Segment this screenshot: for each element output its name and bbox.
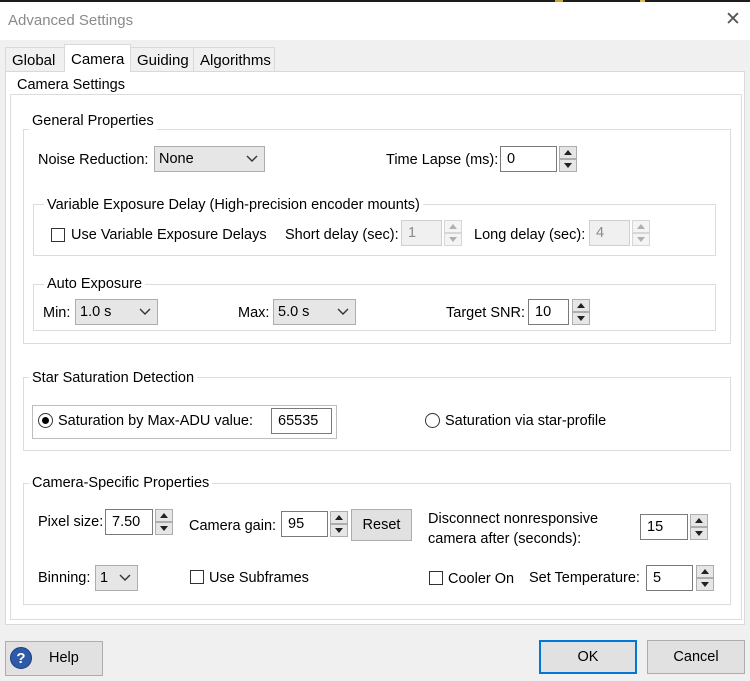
spin-up-icon[interactable]: [572, 299, 590, 312]
long-delay-spinner[interactable]: [632, 220, 650, 246]
spin-up-icon[interactable]: [559, 146, 577, 159]
tab-global[interactable]: Global: [5, 47, 65, 71]
time-lapse-spinner[interactable]: [559, 146, 577, 172]
short-delay-input[interactable]: 1: [401, 220, 442, 246]
camera-gain-value: 95: [288, 516, 305, 532]
noise-reduction-value: None: [159, 151, 194, 167]
chevron-down-icon: [119, 574, 131, 581]
saturation-label: Star Saturation Detection: [29, 369, 198, 387]
noise-reduction-label: Noise Reduction:: [38, 152, 149, 168]
chevron-down-icon: [139, 308, 151, 315]
cooler-on-checkbox[interactable]: [429, 571, 443, 585]
max-exposure-value: 5.0 s: [278, 304, 310, 320]
pixel-size-value: 7.50: [112, 514, 141, 530]
min-exposure-select[interactable]: 1.0 s: [75, 299, 158, 325]
max-exposure-label: Max:: [238, 305, 270, 321]
star-profile-radio[interactable]: [425, 413, 440, 428]
pixel-size-input[interactable]: 7.50: [105, 509, 153, 535]
spin-up-icon[interactable]: [330, 511, 348, 524]
binning-select[interactable]: 1: [95, 565, 138, 591]
min-exposure-label: Min:: [43, 305, 71, 321]
camera-gain-spinner[interactable]: [330, 511, 348, 537]
spin-down-icon[interactable]: [632, 233, 650, 246]
set-temperature-spinner[interactable]: [696, 565, 714, 591]
long-delay-input[interactable]: 4: [589, 220, 630, 246]
target-snr-value: 10: [535, 304, 552, 320]
general-properties-label: General Properties: [29, 112, 157, 130]
help-button[interactable]: ? Help: [5, 641, 103, 676]
chevron-down-icon: [246, 155, 258, 162]
spin-down-icon[interactable]: [330, 524, 348, 537]
spin-down-icon[interactable]: [444, 233, 462, 246]
tab-guiding[interactable]: Guiding: [130, 47, 194, 71]
long-delay-value: 4: [596, 225, 605, 241]
set-temperature-value: 5: [653, 570, 662, 586]
time-lapse-value: 0: [507, 151, 516, 167]
chevron-down-icon: [337, 308, 349, 315]
cooler-on-label: Cooler On: [448, 571, 515, 587]
use-subframes-checkbox[interactable]: [190, 570, 204, 584]
spin-up-icon[interactable]: [444, 220, 462, 233]
disconnect-timeout-input[interactable]: 15: [640, 514, 688, 540]
spin-down-icon[interactable]: [572, 312, 590, 325]
max-adu-radio[interactable]: [38, 413, 53, 428]
pixel-size-label: Pixel size:: [38, 514, 104, 530]
camera-settings-label: Camera Settings: [14, 76, 128, 94]
noise-reduction-select[interactable]: None: [154, 146, 265, 172]
star-profile-label: Saturation via star-profile: [445, 413, 607, 429]
camera-gain-input[interactable]: 95: [281, 511, 328, 537]
camera-gain-label: Camera gain:: [189, 518, 277, 534]
title-bar: Advanced Settings ✕: [0, 0, 750, 40]
max-exposure-select[interactable]: 5.0 s: [273, 299, 356, 325]
binning-label: Binning:: [38, 570, 91, 586]
pixel-size-spinner[interactable]: [155, 509, 173, 535]
spin-up-icon[interactable]: [690, 514, 708, 527]
target-snr-input[interactable]: 10: [528, 299, 569, 325]
spin-up-icon[interactable]: [155, 509, 173, 522]
title-bar-edge: [0, 0, 750, 2]
set-temperature-label: Set Temperature:: [529, 570, 640, 586]
target-snr-label: Target SNR:: [446, 305, 525, 321]
tab-algorithms[interactable]: Algorithms: [193, 47, 275, 71]
short-delay-value: 1: [408, 225, 417, 241]
use-subframes-label: Use Subframes: [209, 570, 309, 586]
camera-specific-label: Camera-Specific Properties: [29, 474, 213, 492]
help-icon: ?: [10, 647, 32, 669]
max-adu-input[interactable]: 65535: [271, 408, 332, 434]
binning-value: 1: [100, 570, 109, 586]
window-title: Advanced Settings: [8, 12, 134, 29]
close-icon[interactable]: ✕: [722, 8, 744, 32]
ok-button[interactable]: OK: [539, 640, 637, 674]
min-exposure-value: 1.0 s: [80, 304, 112, 320]
spin-up-icon[interactable]: [632, 220, 650, 233]
set-temperature-input[interactable]: 5: [646, 565, 693, 591]
disconnect-label-line2: camera after (seconds):: [428, 531, 582, 547]
long-delay-label: Long delay (sec):: [474, 227, 586, 243]
variable-exposure-label: Variable Exposure Delay (High-precision …: [44, 196, 423, 214]
max-adu-label: Saturation by Max-ADU value:: [58, 413, 254, 429]
max-adu-value: 65535: [278, 413, 319, 429]
short-delay-spinner[interactable]: [444, 220, 462, 246]
spin-down-icon[interactable]: [690, 527, 708, 540]
auto-exposure-label: Auto Exposure: [44, 275, 146, 293]
spin-down-icon[interactable]: [696, 578, 714, 591]
target-snr-spinner[interactable]: [572, 299, 590, 325]
disconnect-label-line1: Disconnect nonresponsive: [428, 511, 599, 527]
use-variable-exposure-checkbox[interactable]: [51, 228, 65, 242]
time-lapse-label: Time Lapse (ms):: [386, 152, 499, 168]
use-variable-exposure-label: Use Variable Exposure Delays: [71, 227, 267, 243]
spin-down-icon[interactable]: [155, 522, 173, 535]
time-lapse-input[interactable]: 0: [500, 146, 557, 172]
cancel-button[interactable]: Cancel: [647, 640, 745, 674]
disconnect-timeout-value: 15: [647, 519, 664, 535]
spin-down-icon[interactable]: [559, 159, 577, 172]
tab-camera[interactable]: Camera: [64, 44, 131, 72]
short-delay-label: Short delay (sec):: [285, 227, 399, 243]
help-button-label: Help: [49, 650, 79, 666]
spin-up-icon[interactable]: [696, 565, 714, 578]
reset-gain-button[interactable]: Reset: [351, 509, 412, 541]
disconnect-timeout-spinner[interactable]: [690, 514, 708, 540]
